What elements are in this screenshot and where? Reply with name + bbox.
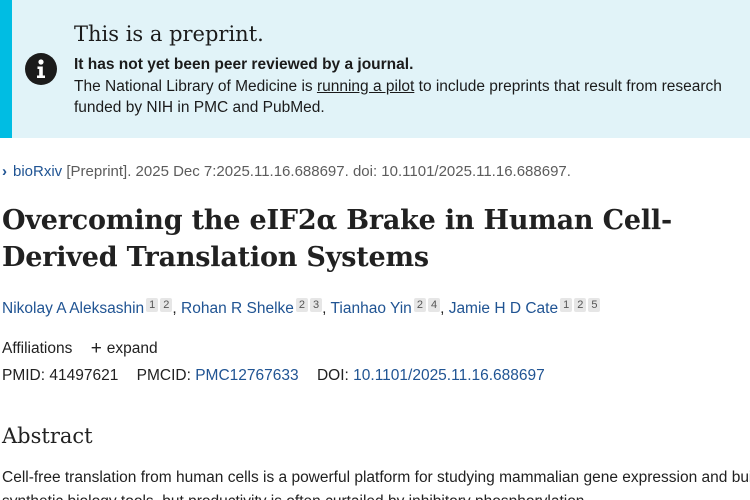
journal-link[interactable]: bioRxiv [13,163,62,180]
affiliation-ref[interactable]: 3 [310,298,323,312]
affiliation-ref[interactable]: 4 [427,298,441,312]
expand-affiliations-button[interactable]: + expand [90,338,158,359]
banner-accent-stripe [0,0,12,138]
affiliation-ref[interactable]: 2 [160,298,173,312]
banner-subtitle: It has not yet been peer reviewed by a j… [74,56,414,73]
running-a-pilot-link[interactable]: running a pilot [317,78,414,95]
expand-label: expand [106,340,158,357]
citation-line: › bioRxiv [Preprint]. 2025 Dec 7:2025.11.… [2,163,571,180]
abstract-text: Cell-free translation from human cells i… [2,469,750,500]
preprint-banner: This is a preprint. It has not yet been … [0,0,750,138]
author-link[interactable]: Rohan R Shelke [181,300,294,317]
banner-body-prefix: The National Library of Medicine is [74,78,317,95]
pmcid-link[interactable]: PMC12767633 [195,367,298,384]
chevron-right-icon: › [2,163,7,180]
plus-icon: + [90,338,102,359]
info-icon [25,53,57,85]
affiliation-ref[interactable]: 1 [560,298,573,312]
affiliations-row: Affiliations + expand [2,338,158,360]
author-list: Nikolay A Aleksashin 1 2, Rohan R Shelke 2 3… [2,298,601,318]
identifiers-row: PMID: 41497621 PMCID: PMC12767633 DOI: 1… [2,367,545,385]
affiliation-ref[interactable]: 2 [413,298,426,312]
affiliations-label: Affiliations [2,340,73,357]
pmid-label: PMID: [2,367,46,384]
banner-body: The National Library of Medicine is runn… [74,76,724,118]
affiliation-ref[interactable]: 2 [574,298,587,312]
author-link[interactable]: Nikolay A Aleksashin [2,300,144,317]
banner-title: This is a preprint. [74,22,264,46]
author-link[interactable]: Tianhao Yin [331,300,412,317]
pmcid-label: PMCID: [136,367,191,384]
pmid-value: 41497621 [49,367,119,384]
doi-link[interactable]: 10.1101/2025.11.16.688697 [353,367,545,384]
article-title: Overcoming the eIF2α Brake in Human Cell… [2,205,672,273]
citation-details: [Preprint]. 2025 Dec 7:2025.11.16.688697… [62,163,571,180]
author-link[interactable]: Jamie H D Cate [449,300,558,317]
affiliation-ref[interactable]: 1 [146,298,159,312]
affiliation-ref[interactable]: 2 [295,298,309,312]
doi-label: DOI: [316,367,349,384]
abstract-heading: Abstract [2,424,93,448]
affiliation-ref[interactable]: 5 [588,298,601,312]
